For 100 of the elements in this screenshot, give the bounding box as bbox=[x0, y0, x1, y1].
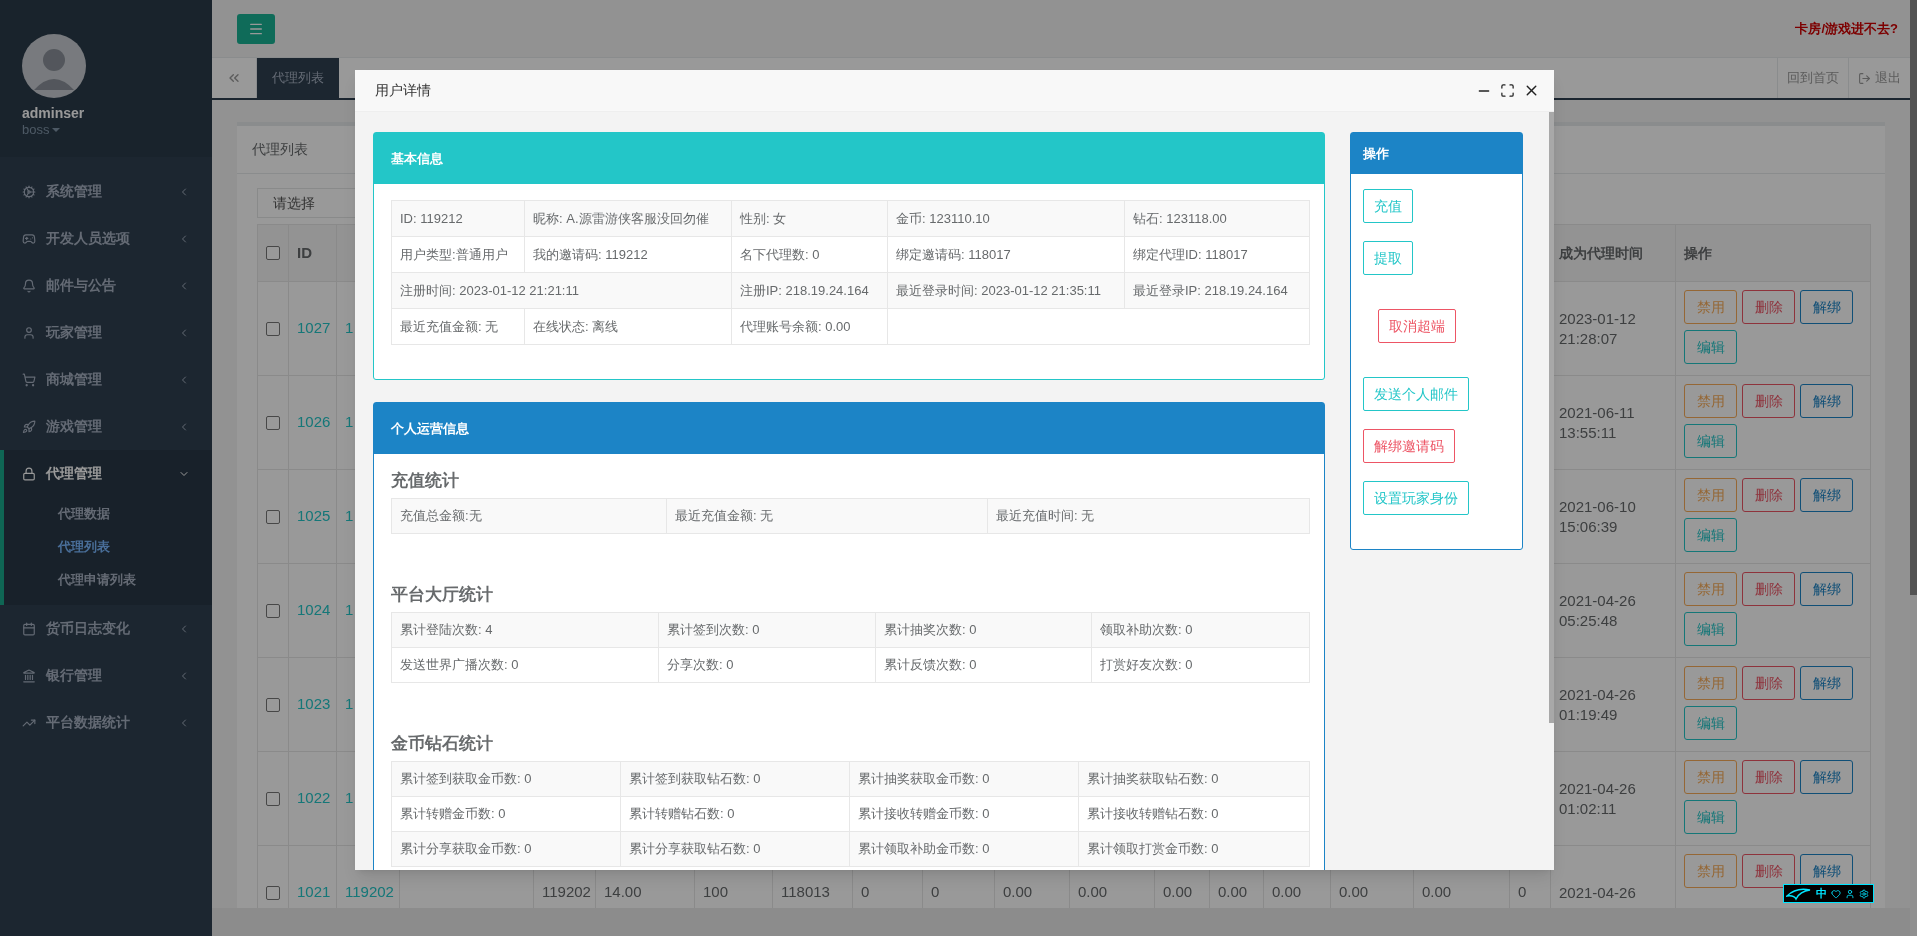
player-link[interactable]: 1 bbox=[345, 601, 354, 619]
column-header: 操作 bbox=[1684, 244, 1712, 261]
action-button[interactable]: 编辑 bbox=[1684, 518, 1737, 552]
checkbox[interactable] bbox=[266, 697, 280, 712]
checkbox[interactable] bbox=[266, 509, 280, 524]
gamepad-icon bbox=[22, 231, 36, 246]
table-cell: 14.00 bbox=[604, 883, 642, 901]
checkbox[interactable] bbox=[266, 885, 280, 900]
action-button[interactable]: 禁用 bbox=[1684, 384, 1737, 418]
menu-item[interactable]: 商城管理 bbox=[0, 356, 212, 403]
player-link[interactable]: 1 bbox=[345, 695, 354, 713]
action-button[interactable]: 解绑 bbox=[1800, 478, 1853, 512]
action-button[interactable]: 设置玩家身份 bbox=[1363, 481, 1469, 515]
menu-button[interactable] bbox=[237, 13, 275, 44]
id-link[interactable]: 1022 bbox=[297, 789, 331, 807]
action-button[interactable]: 编辑 bbox=[1684, 612, 1737, 646]
stat-cell: 累计领取打赏金币数: 0 bbox=[1087, 841, 1219, 857]
id-link[interactable]: 1023 bbox=[297, 695, 331, 713]
action-button[interactable]: 禁用 bbox=[1684, 854, 1737, 888]
checkbox[interactable] bbox=[266, 415, 280, 430]
id-link[interactable]: 1025 bbox=[297, 507, 331, 525]
bank-icon bbox=[22, 668, 36, 683]
info-cell: 性别: 女 bbox=[740, 210, 787, 226]
menu-item[interactable]: 代理管理 bbox=[4, 450, 212, 497]
player-link[interactable]: 1 bbox=[345, 507, 354, 525]
id-link[interactable]: 1027 bbox=[297, 319, 331, 337]
info-cell: 注册时间: 2023-01-12 21:21:11 bbox=[400, 282, 579, 298]
action-button[interactable]: 禁用 bbox=[1684, 478, 1737, 512]
action-button[interactable]: 充值 bbox=[1363, 189, 1413, 223]
menu-item[interactable]: 系统管理 bbox=[0, 168, 212, 215]
action-button[interactable]: 解绑 bbox=[1800, 290, 1853, 324]
menu-item[interactable]: 玩家管理 bbox=[0, 309, 212, 356]
input-mode-label: 中 bbox=[1816, 886, 1827, 902]
action-button[interactable]: 禁用 bbox=[1684, 666, 1737, 700]
gears-icon bbox=[22, 184, 36, 199]
action-button[interactable]: 解绑 bbox=[1800, 572, 1853, 606]
action-button[interactable]: 编辑 bbox=[1684, 706, 1737, 740]
action-button[interactable]: 删除 bbox=[1742, 290, 1795, 324]
role-dropdown[interactable]: boss bbox=[22, 122, 61, 138]
menu-item[interactable]: 银行管理 bbox=[0, 652, 212, 699]
action-button[interactable]: 删除 bbox=[1742, 854, 1795, 888]
player-link[interactable]: 1 bbox=[345, 413, 354, 431]
action-button[interactable]: 禁用 bbox=[1684, 290, 1737, 324]
scrollbar[interactable] bbox=[1549, 112, 1554, 723]
rocket-icon bbox=[22, 419, 36, 434]
menu-item[interactable]: 开发人员选项 bbox=[0, 215, 212, 262]
panel-header: 操作 bbox=[1351, 133, 1522, 174]
info-cell: 钻石: 123118.00 bbox=[1133, 210, 1227, 226]
id-link[interactable]: 1026 bbox=[297, 413, 331, 431]
input-method-menu[interactable]: 中 bbox=[1783, 884, 1874, 903]
action-button[interactable]: 解绑 bbox=[1800, 384, 1853, 418]
bell-icon bbox=[22, 278, 36, 293]
menu-item[interactable]: 邮件与公告 bbox=[0, 262, 212, 309]
info-cell: 金币: 123110.10 bbox=[896, 210, 990, 226]
maximize-icon[interactable] bbox=[1500, 83, 1515, 98]
info-cell: 最近充值金额: 无 bbox=[400, 318, 499, 334]
panel-title: 代理列表 bbox=[252, 140, 308, 159]
action-button[interactable]: 编辑 bbox=[1684, 424, 1737, 458]
action-button[interactable]: 禁用 bbox=[1684, 760, 1737, 794]
table-cell-text: 2021-04-26 01:19:49 bbox=[1559, 684, 1637, 725]
menu-item[interactable]: 平台数据统计 bbox=[0, 699, 212, 746]
action-button[interactable]: 编辑 bbox=[1684, 330, 1737, 364]
action-button[interactable]: 删除 bbox=[1742, 572, 1795, 606]
player-link[interactable]: 1 bbox=[345, 789, 354, 807]
id-link[interactable]: 1021 bbox=[297, 883, 331, 901]
menu-item[interactable]: 游戏管理 bbox=[0, 403, 212, 450]
tab[interactable]: 代理列表 bbox=[257, 58, 339, 98]
info-cell: 在线状态: 离线 bbox=[533, 318, 619, 334]
action-button[interactable]: 编辑 bbox=[1684, 800, 1737, 834]
checkbox[interactable] bbox=[266, 246, 280, 260]
submenu-item[interactable]: 代理申请列表 bbox=[58, 563, 136, 596]
menu-item[interactable]: 货币日志变化 bbox=[0, 605, 212, 652]
submenu-item[interactable]: 代理列表 bbox=[58, 530, 110, 563]
action-button[interactable]: 解绑 bbox=[1800, 760, 1853, 794]
action-button[interactable]: 删除 bbox=[1742, 760, 1795, 794]
action-button[interactable]: 提取 bbox=[1363, 241, 1413, 275]
stat-cell: 累计签到获取金币数: 0 bbox=[400, 771, 532, 787]
action-button[interactable]: 取消超端 bbox=[1378, 309, 1456, 343]
action-button[interactable]: 解绑 bbox=[1800, 666, 1853, 700]
id-link[interactable]: 1024 bbox=[297, 601, 331, 619]
stat-cell: 发送世界广播次数: 0 bbox=[400, 657, 519, 673]
notice-link[interactable]: 卡房/游戏进不去? bbox=[1795, 18, 1898, 39]
checkbox[interactable] bbox=[266, 603, 280, 618]
section-heading: 平台大厅统计 bbox=[391, 584, 494, 607]
player-link[interactable]: 1 bbox=[345, 319, 354, 337]
action-button[interactable]: 发送个人邮件 bbox=[1363, 377, 1469, 411]
info-cell: 绑定代理ID: 118017 bbox=[1133, 246, 1248, 262]
action-button[interactable]: 禁用 bbox=[1684, 572, 1737, 606]
action-button[interactable]: 删除 bbox=[1742, 384, 1795, 418]
action-button[interactable]: 解绑邀请码 bbox=[1363, 429, 1455, 463]
scrollbar[interactable] bbox=[1910, 0, 1917, 595]
submenu-item[interactable]: 代理数据 bbox=[58, 497, 110, 530]
heart-icon bbox=[1831, 888, 1841, 899]
stat-cell: 累计分享获取钻石数: 0 bbox=[629, 841, 761, 857]
checkbox[interactable] bbox=[266, 321, 280, 336]
gear-icon bbox=[1859, 888, 1869, 899]
action-button[interactable]: 删除 bbox=[1742, 478, 1795, 512]
action-button[interactable]: 删除 bbox=[1742, 666, 1795, 700]
checkbox[interactable] bbox=[266, 791, 280, 806]
table-cell: 0.00 bbox=[1218, 883, 1248, 901]
